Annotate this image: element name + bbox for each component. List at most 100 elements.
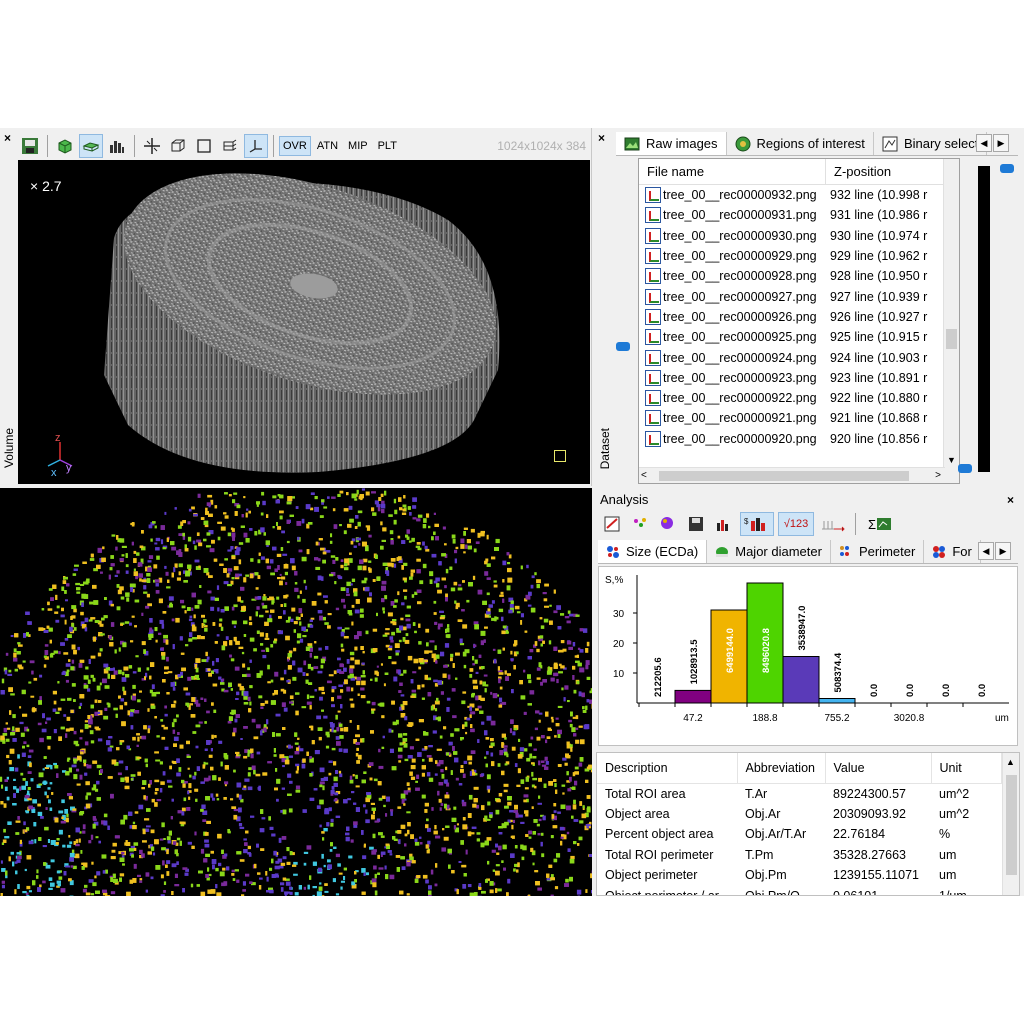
dataset-side-label: Dataset xyxy=(598,428,612,470)
ovr-mode-button[interactable]: OVR xyxy=(279,136,311,156)
bar-chart-icon[interactable] xyxy=(712,512,736,536)
dataset-left-slider-knob[interactable] xyxy=(616,342,630,351)
z-position: 929 line (10.962 r xyxy=(830,249,928,264)
edit-chart-icon[interactable] xyxy=(600,512,624,536)
scroll-right-icon[interactable]: > xyxy=(935,470,941,481)
z-position: 931 line (10.986 r xyxy=(830,208,928,223)
slab-view-icon[interactable] xyxy=(79,134,103,158)
plt-mode-button[interactable]: PLT xyxy=(374,136,401,156)
tab-binary-select-label: Binary select xyxy=(903,136,979,151)
header-abbreviation[interactable]: Abbreviation xyxy=(737,753,826,784)
bar-value-label: 508374.4 xyxy=(833,652,844,692)
value-cell: 35328.27663 xyxy=(833,847,906,862)
save-report-icon[interactable] xyxy=(684,512,708,536)
header-description[interactable]: Description xyxy=(597,753,738,784)
list-item[interactable]: tree_00__rec00000931.png 931 line (10.986… xyxy=(639,205,959,225)
wire-cube-icon[interactable] xyxy=(166,134,190,158)
column-z-position[interactable]: Z-position xyxy=(826,159,899,184)
list-item[interactable]: tree_00__rec00000932.png 932 line (10.998… xyxy=(639,185,959,205)
close-volume-panel-button[interactable]: × xyxy=(4,132,11,144)
volume-render-view[interactable]: z x y × 2.7 xyxy=(18,160,590,484)
atn-mode-button[interactable]: ATN xyxy=(313,136,342,156)
dataset-right-slider-track[interactable] xyxy=(978,166,990,472)
table-row[interactable]: Total ROI perimeter T.Pm 35328.27663 um xyxy=(597,845,1001,866)
table-scroll-up-icon[interactable]: ▲ xyxy=(1006,757,1015,767)
scroll-down-icon[interactable]: ▼ xyxy=(947,455,956,465)
color-sphere-icon[interactable] xyxy=(656,512,680,536)
slices-icon[interactable] xyxy=(218,134,242,158)
table-vertical-scrollbar[interactable]: ▲ xyxy=(1002,753,1019,895)
mip-mode-button[interactable]: MIP xyxy=(344,136,372,156)
tab-raw-images[interactable]: Raw images xyxy=(616,132,727,155)
save-view-icon[interactable] xyxy=(18,134,42,158)
file-list-horizontal-scrollbar[interactable]: < > xyxy=(639,467,945,483)
dataset-right-slider-top-knob[interactable] xyxy=(1000,164,1014,173)
cube-green-icon[interactable] xyxy=(53,134,77,158)
histogram-icon[interactable] xyxy=(105,134,129,158)
header-unit[interactable]: Unit xyxy=(931,753,1002,784)
tab-perimeter-label: Perimeter xyxy=(858,544,916,559)
range-chart-icon[interactable] xyxy=(818,512,848,536)
list-item[interactable]: tree_00__rec00000921.png 921 line (10.868… xyxy=(639,408,959,428)
list-item[interactable]: tree_00__rec00000922.png 922 line (10.880… xyxy=(639,388,959,408)
list-item[interactable]: tree_00__rec00000926.png 926 line (10.927… xyxy=(639,307,959,327)
table-row[interactable]: Percent object area Obj.Ar/T.Ar 22.76184% xyxy=(597,824,1001,845)
header-value[interactable]: Value xyxy=(825,753,932,784)
table-row[interactable]: Object perimeter Obj.Pm 1239155.11071 um xyxy=(597,865,1001,886)
unit-cell: um^2 xyxy=(939,786,970,801)
z-position: 927 line (10.939 r xyxy=(830,289,928,304)
png-file-icon xyxy=(645,349,661,366)
tab-raw-images-label: Raw images xyxy=(646,136,718,151)
yellow-marker-icon[interactable] xyxy=(554,450,566,462)
sum-statistics-icon[interactable]: Σ xyxy=(863,512,897,536)
analysis-tab-right-icon[interactable]: ▶ xyxy=(995,542,1011,560)
list-item[interactable]: tree_00__rec00000923.png 923 line (10.891… xyxy=(639,368,959,388)
numeric-values-label: √123 xyxy=(783,518,809,530)
file-name-cell: tree_00__rec00000920.png xyxy=(639,430,830,447)
table-row[interactable]: Object area Obj.Ar 20309093.92 um^2 xyxy=(597,804,1001,825)
numeric-values-button[interactable]: √123 xyxy=(778,512,814,536)
volume-side-label: Volume xyxy=(2,428,16,469)
analysis-tab-left-icon[interactable]: ◀ xyxy=(978,542,994,560)
scroll-left-icon[interactable]: < xyxy=(641,470,647,481)
list-item[interactable]: tree_00__rec00000927.png 927 line (10.939… xyxy=(639,286,959,306)
axes-icon[interactable] xyxy=(244,134,268,158)
distribution-chart-icon[interactable]: $ xyxy=(740,512,774,536)
file-list-vertical-scrollbar[interactable]: ▼ xyxy=(943,159,959,483)
tab-form[interactable]: For xyxy=(924,540,981,563)
list-item[interactable]: tree_00__rec00000928.png 928 line (10.950… xyxy=(639,266,959,286)
bar-value-label: 0.0 xyxy=(869,684,880,697)
center-arrows-icon[interactable] xyxy=(140,134,164,158)
list-item[interactable]: tree_00__rec00000925.png 925 line (10.915… xyxy=(639,327,959,347)
file-name: tree_00__rec00000929.png xyxy=(663,249,817,264)
raw-images-icon xyxy=(624,137,640,150)
tab-regions-of-interest[interactable]: Regions of interest xyxy=(726,132,874,155)
scatter-icon[interactable] xyxy=(628,512,652,536)
list-item[interactable]: tree_00__rec00000929.png 929 line (10.962… xyxy=(639,246,959,266)
table-scroll-thumb[interactable] xyxy=(1006,775,1017,875)
column-file-name[interactable]: File name xyxy=(639,159,826,184)
tab-major-diameter[interactable]: Major diameter xyxy=(707,540,831,563)
file-name-cell: tree_00__rec00000923.png xyxy=(639,369,830,386)
binary-segmentation-view[interactable] xyxy=(0,488,592,896)
vertical-scroll-thumb[interactable] xyxy=(946,329,957,349)
tab-scroll-left-icon[interactable]: ◀ xyxy=(976,134,992,152)
list-item[interactable]: tree_00__rec00000930.png 930 line (10.974… xyxy=(639,226,959,246)
dataset-right-slider-bottom-knob[interactable] xyxy=(958,464,972,473)
table-row[interactable]: Total ROI area T.Ar 89224300.57 um^2 xyxy=(597,783,1001,804)
close-analysis-panel-button[interactable]: × xyxy=(1007,494,1014,506)
square-icon[interactable] xyxy=(192,134,216,158)
tab-perimeter[interactable]: Perimeter xyxy=(831,540,925,563)
svg-text:$: $ xyxy=(744,517,749,526)
list-item[interactable]: tree_00__rec00000920.png 920 line (10.856… xyxy=(639,429,959,449)
file-name: tree_00__rec00000923.png xyxy=(663,370,817,385)
list-item[interactable]: tree_00__rec00000924.png 924 line (10.903… xyxy=(639,347,959,367)
tab-scroll-right-icon[interactable]: ▶ xyxy=(993,134,1009,152)
close-dataset-panel-button[interactable]: × xyxy=(598,132,605,144)
table-row[interactable]: Object perimeter / ar Obj.Pm/O 0.06101 1/um xyxy=(597,886,1001,896)
zoom-level: × 2.7 xyxy=(30,178,62,194)
value-cell: 0.06101 xyxy=(833,888,879,896)
tab-size-ecda[interactable]: Size (ECDa) xyxy=(598,540,708,563)
tab-binary-select[interactable]: Binary select xyxy=(873,132,988,155)
horizontal-scroll-thumb[interactable] xyxy=(659,471,909,481)
